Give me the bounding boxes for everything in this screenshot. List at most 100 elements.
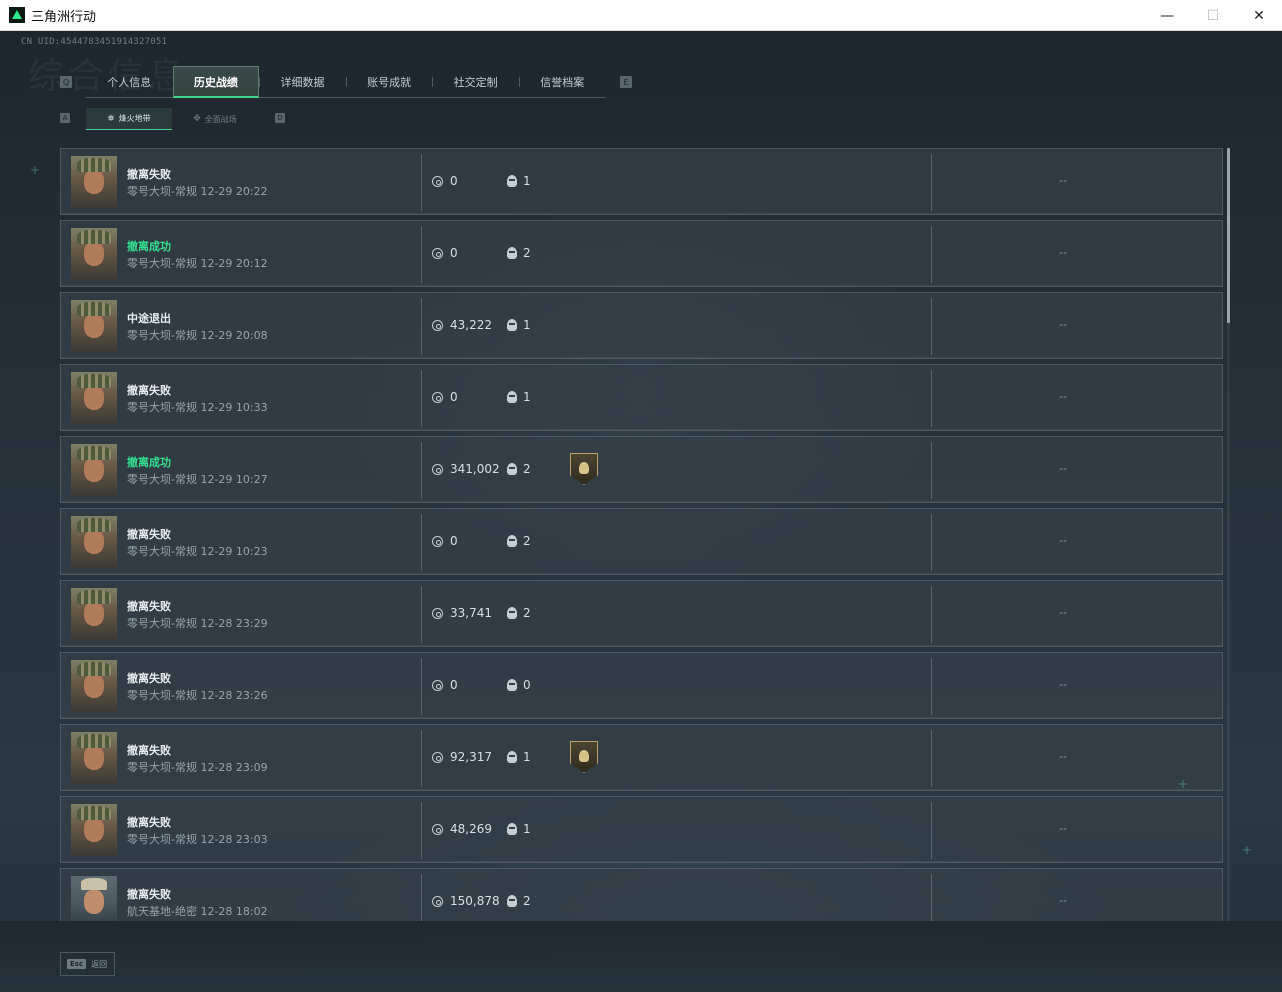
value-coin-icon — [432, 536, 443, 547]
back-button[interactable]: Esc 返回 — [60, 952, 115, 976]
window-title: 三角洲行动 — [31, 9, 97, 25]
map-and-time: 零号大坝-常规 12-29 10:27 — [127, 473, 268, 486]
mvp-medal-icon — [570, 453, 598, 485]
kill-skull-icon — [507, 247, 517, 259]
column-divider — [421, 154, 422, 211]
tab-detailed-stats[interactable]: 详细数据 — [259, 66, 346, 98]
extracted-value: 48,269 — [450, 822, 492, 836]
match-record-row[interactable]: 撤离成功 零号大坝-常规 12-29 10:27 341,002 2 -- — [60, 436, 1223, 503]
operator-avatar — [71, 156, 117, 208]
operator-avatar — [71, 732, 117, 784]
tab-profile[interactable]: 个人信息 — [86, 66, 173, 98]
main-tabs: 个人信息 历史战绩 详细数据 账号成就 社交定制 信誉档案 — [86, 66, 606, 98]
kill-skull-icon — [507, 895, 517, 907]
operator-avatar — [71, 804, 117, 856]
app-logo-icon — [9, 7, 25, 23]
kill-count: 0 — [523, 678, 531, 692]
match-record-row[interactable]: 撤离成功 零号大坝-常规 12-29 20:12 0 2 -- — [60, 220, 1223, 287]
match-result: 撤离失败 — [127, 672, 171, 685]
match-record-row[interactable]: 撤离失败 零号大坝-常规 12-29 10:33 0 1 -- — [60, 364, 1223, 431]
extra-info: -- — [1059, 462, 1067, 475]
extra-info: -- — [1059, 606, 1067, 619]
value-coin-icon — [432, 248, 443, 259]
tab-match-history[interactable]: 历史战绩 — [172, 66, 260, 98]
match-record-row[interactable]: 撤离失败 零号大坝-常规 12-29 20:22 0 1 -- — [60, 148, 1223, 215]
match-record-row[interactable]: 撤离失败 零号大坝-常规 12-28 23:09 92,317 1 -- — [60, 724, 1223, 791]
tab-reputation[interactable]: 信誉档案 — [518, 66, 606, 98]
value-coin-icon — [432, 608, 443, 619]
bottom-bar: Esc 返回 — [0, 921, 1282, 992]
value-coin-icon — [432, 176, 443, 187]
column-divider — [421, 298, 422, 355]
operator-avatar — [71, 660, 117, 712]
extra-info: -- — [1059, 318, 1067, 331]
match-record-row[interactable]: 撤离失败 零号大坝-常规 12-28 23:03 48,269 1 -- — [60, 796, 1223, 863]
column-divider — [931, 442, 932, 499]
match-record-row[interactable]: 撤离失败 零号大坝-常规 12-29 10:23 0 2 -- — [60, 508, 1223, 575]
extra-info: -- — [1059, 894, 1067, 907]
extra-info: -- — [1059, 678, 1067, 691]
crosshair-decoration-icon: + — [1242, 843, 1253, 857]
column-divider — [931, 298, 932, 355]
tab-next-key-hint[interactable]: E — [620, 76, 632, 88]
operator-avatar — [71, 444, 117, 496]
match-result: 撤离失败 — [127, 744, 171, 757]
kill-count: 2 — [523, 246, 531, 260]
warfare-icon: ✥ — [193, 114, 201, 124]
map-and-time: 航天基地-绝密 12-28 18:02 — [127, 905, 268, 918]
column-divider — [421, 514, 422, 571]
extracted-value: 0 — [450, 246, 458, 260]
match-result: 撤离成功 — [127, 240, 171, 253]
subtab-warfare[interactable]: ✥ 全面战场 — [172, 108, 258, 130]
match-result: 撤离失败 — [127, 168, 171, 181]
maximize-button[interactable]: ☐ — [1190, 0, 1236, 31]
column-divider — [931, 586, 932, 643]
subtab-operations[interactable]: ⛯ 烽火地带 — [86, 108, 172, 130]
close-button[interactable]: ✕ — [1236, 0, 1282, 31]
map-and-time: 零号大坝-常规 12-29 10:33 — [127, 401, 268, 414]
column-divider — [931, 802, 932, 859]
map-and-time: 零号大坝-常规 12-28 23:26 — [127, 689, 268, 702]
map-and-time: 零号大坝-常规 12-29 10:23 — [127, 545, 268, 558]
operator-avatar — [71, 300, 117, 352]
kill-count: 1 — [523, 822, 531, 836]
column-divider — [421, 370, 422, 427]
extra-info: -- — [1059, 246, 1067, 259]
subtab-next-key-hint[interactable]: D — [275, 113, 285, 123]
game-view: 综合信息 CN UID:4544783451914327051 Q 个人信息 历… — [0, 31, 1282, 992]
match-record-row[interactable]: 撤离失败 航天基地-绝密 12-28 18:02 150,878 2 -- — [60, 868, 1223, 921]
operator-avatar — [71, 228, 117, 280]
column-divider — [931, 658, 932, 715]
value-coin-icon — [432, 752, 443, 763]
match-record-list: 撤离失败 零号大坝-常规 12-29 20:22 0 1 -- 撤离成功 零号大… — [60, 148, 1223, 921]
match-result: 中途退出 — [127, 312, 171, 325]
scrollbar-thumb[interactable] — [1227, 148, 1230, 323]
column-divider — [421, 442, 422, 499]
kill-count: 1 — [523, 318, 531, 332]
minimize-button[interactable]: — — [1144, 0, 1190, 31]
map-and-time: 零号大坝-常规 12-28 23:03 — [127, 833, 268, 846]
map-and-time: 零号大坝-常规 12-29 20:22 — [127, 185, 268, 198]
kill-skull-icon — [507, 823, 517, 835]
match-result: 撤离失败 — [127, 600, 171, 613]
tab-social[interactable]: 社交定制 — [432, 66, 519, 98]
tab-prev-key-hint[interactable]: Q — [60, 76, 72, 88]
subtab-prev-key-hint[interactable]: A — [60, 113, 70, 123]
tab-achievements[interactable]: 账号成就 — [345, 66, 433, 98]
kill-skull-icon — [507, 607, 517, 619]
operator-avatar — [71, 588, 117, 640]
match-record-row[interactable]: 中途退出 零号大坝-常规 12-29 20:08 43,222 1 -- — [60, 292, 1223, 359]
kill-skull-icon — [507, 679, 517, 691]
kill-count: 1 — [523, 174, 531, 188]
column-divider — [931, 730, 932, 787]
extra-info: -- — [1059, 390, 1067, 403]
match-record-row[interactable]: 撤离失败 零号大坝-常规 12-28 23:29 33,741 2 -- — [60, 580, 1223, 647]
kill-skull-icon — [507, 391, 517, 403]
column-divider — [421, 586, 422, 643]
window-titlebar: 三角洲行动 — ☐ ✕ — [0, 0, 1282, 31]
crosshair-decoration-icon: + — [30, 163, 41, 177]
match-record-row[interactable]: 撤离失败 零号大坝-常规 12-28 23:26 0 0 -- — [60, 652, 1223, 719]
kill-count: 2 — [523, 534, 531, 548]
mvp-medal-icon — [570, 741, 598, 773]
value-coin-icon — [432, 464, 443, 475]
